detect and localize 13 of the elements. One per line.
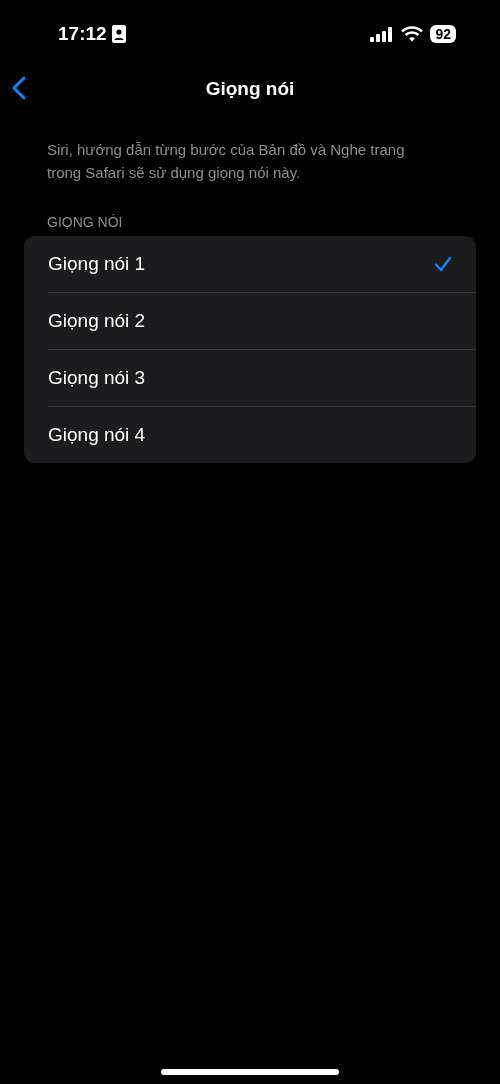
voice-option[interactable]: Giọng nói 4	[24, 407, 476, 463]
description-text: Siri, hướng dẫn từng bước của Bản đồ và Nghe trang trong Safari sẽ sử dụng giọng nói này.	[47, 140, 406, 183]
battery-level: 92	[430, 25, 456, 43]
back-button[interactable]	[10, 74, 28, 102]
voice-option[interactable]: Giọng nói 3	[24, 350, 476, 406]
wifi-icon	[401, 26, 424, 42]
voice-option[interactable]: Giọng nói 1	[24, 236, 476, 292]
voice-option[interactable]: Giọng nói 2	[24, 293, 476, 349]
signal-icon	[370, 26, 395, 42]
section-header: GIỌNG NÓI	[47, 214, 124, 230]
page-title: Giọng nói	[205, 78, 295, 100]
clock-time: 17:12	[58, 23, 107, 45]
id-badge-icon	[111, 25, 126, 43]
